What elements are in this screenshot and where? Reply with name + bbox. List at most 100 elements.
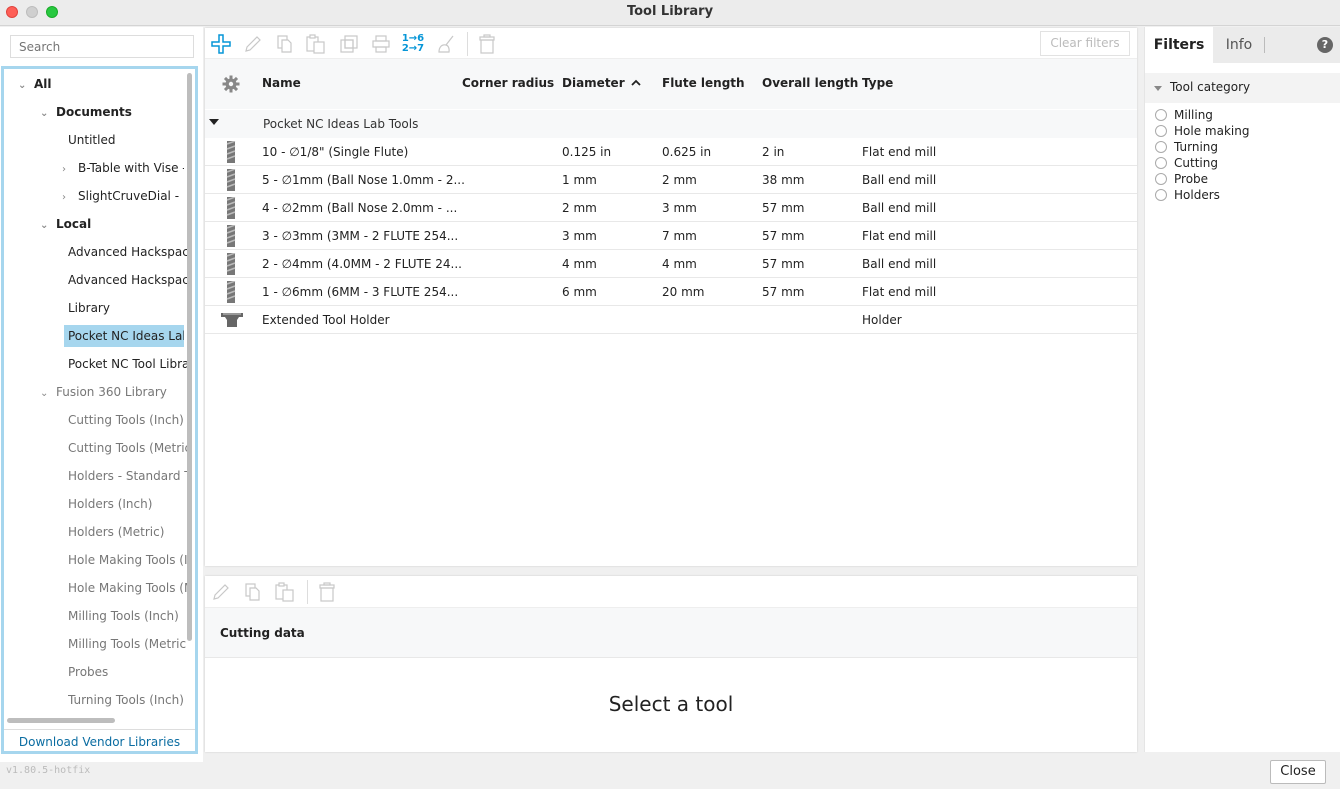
category-option-label: Hole making xyxy=(1174,124,1250,138)
category-option[interactable]: Hole making xyxy=(1155,123,1249,139)
delete-icon[interactable] xyxy=(475,32,499,56)
radio-button[interactable] xyxy=(1155,109,1167,121)
table-row[interactable]: 1 - ∅6mm (6MM - 3 FLUTE 254... 6 mm 20 mm 5… xyxy=(205,278,1137,306)
endmill-icon xyxy=(226,224,238,247)
delete-icon[interactable] xyxy=(315,580,339,604)
chevron-down-icon[interactable]: ⌄ xyxy=(40,103,52,123)
column-header-corner-radius[interactable]: Corner radius xyxy=(462,76,554,90)
tree-item[interactable]: ⌄ Documents xyxy=(40,101,184,123)
table-row[interactable]: Extended Tool Holder Holder xyxy=(205,306,1137,334)
radio-button[interactable] xyxy=(1155,125,1167,137)
tree-item-label: All xyxy=(34,77,52,91)
detail-toolbar xyxy=(205,576,1137,608)
column-header-overall-length[interactable]: Overall length xyxy=(762,76,858,90)
tree-item[interactable]: Pocket NC Tool Librar xyxy=(68,353,190,375)
tree-item-label: Holders - Standard T xyxy=(68,469,190,483)
column-header-flute-length[interactable]: Flute length xyxy=(662,76,745,90)
tree-vertical-scrollbar[interactable] xyxy=(187,73,192,641)
cell-name: 5 - ∅1mm (Ball Nose 1.0mm - 2... xyxy=(262,173,465,187)
tree-item[interactable]: Advanced Hackspace xyxy=(68,269,190,291)
tree-item[interactable]: Milling Tools (Inch) xyxy=(68,605,190,627)
radio-button[interactable] xyxy=(1155,189,1167,201)
tree-item[interactable]: Holders (Metric) xyxy=(68,521,190,543)
radio-button[interactable] xyxy=(1155,157,1167,169)
table-row[interactable]: 3 - ∅3mm (3MM - 2 FLUTE 254... 3 mm 7 mm 57… xyxy=(205,222,1137,250)
table-row[interactable]: 5 - ∅1mm (Ball Nose 1.0mm - 2... 1 mm 2 mm… xyxy=(205,166,1137,194)
chevron-down-icon[interactable]: ⌄ xyxy=(18,75,30,95)
tree-item[interactable]: Hole Making Tools (I xyxy=(68,549,190,571)
category-option[interactable]: Cutting xyxy=(1155,155,1218,171)
sort-ascending-icon xyxy=(631,79,641,86)
edit-icon[interactable] xyxy=(209,580,233,604)
endmill-icon xyxy=(226,196,238,219)
search-input[interactable] xyxy=(10,35,194,58)
tree-item[interactable]: ⌄ All xyxy=(18,73,184,95)
tool-table-panel: 1→6 2→7 Clear filters Name Corner radius… xyxy=(205,28,1137,566)
endmill-icon xyxy=(226,140,238,163)
tree-item[interactable]: Holders (Inch) xyxy=(68,493,190,515)
chevron-right-icon[interactable]: › xyxy=(62,187,74,207)
tree-horizontal-scrollbar[interactable] xyxy=(7,718,115,723)
renumber-icon[interactable]: 1→6 2→7 xyxy=(401,32,425,56)
cell-flute-length: 3 mm xyxy=(662,201,697,215)
tree-item[interactable]: › B-Table with Vise - xyxy=(62,157,184,179)
category-option[interactable]: Probe xyxy=(1155,171,1208,187)
clear-filters-button[interactable]: Clear filters xyxy=(1040,31,1130,56)
category-option[interactable]: Turning xyxy=(1155,139,1218,155)
tree-item[interactable]: › SlightCruveDial - In xyxy=(62,185,184,207)
cell-diameter: 4 mm xyxy=(562,257,597,271)
collapse-triangle-icon[interactable] xyxy=(209,119,219,125)
tab-filters[interactable]: Filters xyxy=(1145,27,1213,63)
radio-button[interactable] xyxy=(1155,141,1167,153)
help-icon[interactable]: ? xyxy=(1317,37,1333,53)
tree-item-label: Hole Making Tools (I xyxy=(68,553,188,567)
radio-button[interactable] xyxy=(1155,173,1167,185)
tree-item[interactable]: ⌄ Fusion 360 Library xyxy=(40,381,184,403)
column-header-diameter[interactable]: Diameter xyxy=(562,76,641,90)
gear-icon[interactable] xyxy=(222,75,240,96)
table-row[interactable]: 4 - ∅2mm (Ball Nose 2.0mm - ... 2 mm 3 mm 5… xyxy=(205,194,1137,222)
column-header-name[interactable]: Name xyxy=(262,76,301,90)
tree-item[interactable]: Hole Making Tools (M xyxy=(68,577,190,599)
category-option[interactable]: Holders xyxy=(1155,187,1220,203)
copy-icon[interactable] xyxy=(241,580,265,604)
table-row[interactable]: 2 - ∅4mm (4.0MM - 2 FLUTE 24... 4 mm 4 mm 5… xyxy=(205,250,1137,278)
copy-icon[interactable] xyxy=(273,32,297,56)
endmill-icon xyxy=(226,168,238,191)
chevron-down-icon[interactable]: ⌄ xyxy=(40,383,52,403)
cell-type: Ball end mill xyxy=(862,201,937,215)
tree-item[interactable]: Advanced Hackspace xyxy=(68,241,190,263)
cell-diameter: 2 mm xyxy=(562,201,597,215)
tree-item[interactable]: Probes xyxy=(68,661,190,683)
download-vendor-libraries-link[interactable]: Download Vendor Libraries xyxy=(4,729,195,751)
print-icon[interactable] xyxy=(369,32,393,56)
chevron-right-icon[interactable]: › xyxy=(62,159,74,179)
tab-info[interactable]: Info xyxy=(1217,27,1261,63)
chevron-down-icon[interactable]: ⌄ xyxy=(40,215,52,235)
close-button[interactable]: Close xyxy=(1270,760,1326,784)
duplicate-icon[interactable] xyxy=(337,32,361,56)
edit-icon[interactable] xyxy=(241,32,265,56)
tool-category-header[interactable]: Tool category xyxy=(1145,73,1340,103)
paste-icon[interactable] xyxy=(304,32,328,56)
category-option[interactable]: Milling xyxy=(1155,107,1213,123)
column-header-type[interactable]: Type xyxy=(862,76,893,90)
table-row[interactable]: 10 - ∅1/8" (Single Flute) 0.125 in 0.625 i… xyxy=(205,138,1137,166)
tree-item[interactable]: Library xyxy=(68,297,190,319)
tree-item[interactable]: Cutting Tools (Inch) xyxy=(68,409,190,431)
tree-item[interactable]: ⌄ Local xyxy=(40,213,184,235)
tree-item[interactable]: Untitled xyxy=(68,129,190,151)
cleanup-icon[interactable] xyxy=(433,32,457,56)
tree-item[interactable]: Cutting Tools (Metric xyxy=(68,437,190,459)
add-icon[interactable] xyxy=(209,32,233,56)
filters-panel: Filters Info ? Tool category Milling Hole… xyxy=(1144,27,1340,752)
tree-item[interactable]: Holders - Standard T xyxy=(68,465,190,487)
tree-item[interactable]: Milling Tools (Metric xyxy=(68,633,190,655)
tree-item[interactable]: Pocket NC Ideas Lab xyxy=(64,325,184,347)
group-row[interactable]: Pocket NC Ideas Lab Tools xyxy=(205,110,1137,138)
tree-item[interactable]: Turning Tools (Inch) xyxy=(68,689,190,711)
endmill-icon xyxy=(226,252,238,275)
cell-type: Flat end mill xyxy=(862,229,937,243)
paste-icon[interactable] xyxy=(273,580,297,604)
cell-overall-length: 38 mm xyxy=(762,173,805,187)
